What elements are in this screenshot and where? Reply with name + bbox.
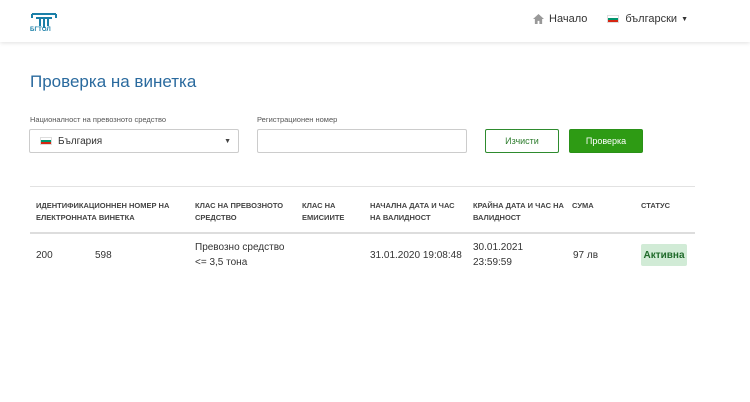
check-button[interactable]: Проверка [569,129,643,153]
home-icon [533,14,544,24]
page-title: Проверка на винетка [30,72,197,91]
column-header-vehicle-class: Клас на превозното средство [195,201,284,222]
end-date-cell: 30.01.2021 23:59:59 [473,242,524,268]
bulgarian-flag-icon [607,15,620,23]
nationality-select[interactable]: България ▼ [29,129,239,153]
nav-menu: Начало български ▼ [533,13,688,25]
nationality-value: България [58,135,103,147]
column-header-emission-class: Клас на емисиите [302,201,345,222]
registration-input[interactable] [257,129,467,153]
vignette-id-part2: 598 [95,250,112,261]
language-selector[interactable]: български ▼ [607,13,688,25]
registration-label: Регистрационен номер [257,115,338,124]
amount-cell: 97 лв [573,250,599,261]
table-header: Идентификационнен номер на електронната … [30,186,695,234]
vignette-table: Идентификационнен номер на електронната … [30,186,695,278]
column-header-status: Статус [641,201,671,210]
vignette-id-part1: 200 [36,250,53,261]
vehicle-class-cell: Превозно средство <= 3,5 тона [195,242,285,268]
table-row: 200 598 Превозно средство <= 3,5 тона 31… [30,234,695,278]
column-header-id: Идентификационнен номер на електронната … [36,201,170,222]
column-header-start: Начална дата и час на валидност [370,201,455,222]
start-date-cell: 31.01.2020 19:08:48 [370,250,462,261]
dropdown-arrow-icon: ▼ [224,138,231,145]
top-navbar: БГТОЛ Начало български ▼ [0,0,750,42]
language-label: български [625,13,678,25]
bulgarian-flag-icon [40,137,52,145]
column-header-amount: Сума [572,201,594,210]
nav-home-label: Начало [549,13,588,25]
logo-text: БГТОЛ [30,27,51,33]
nav-home-link[interactable]: Начало [533,13,587,25]
clear-button[interactable]: Изчисти [485,129,559,153]
caret-down-icon: ▼ [681,15,688,23]
nationality-label: Националност на превозното средство [30,115,167,124]
status-badge: Активна [641,244,687,266]
column-header-end: Крайна дата и час на валидност [473,201,564,222]
